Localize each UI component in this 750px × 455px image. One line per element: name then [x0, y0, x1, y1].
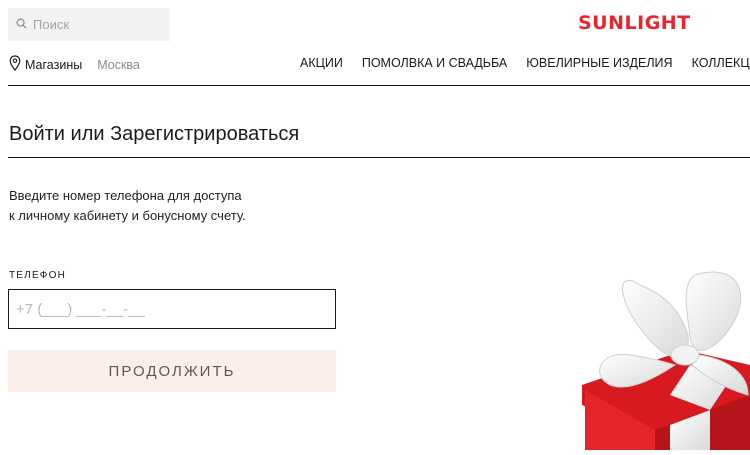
search-icon	[16, 16, 27, 34]
description-line: Введите номер телефона для доступа	[9, 188, 242, 203]
search-box[interactable]	[8, 8, 170, 41]
nav-item-jewelry[interactable]: ЮВЕЛИРНЫЕ ИЗДЕЛИЯ	[526, 56, 672, 70]
city-selector[interactable]: Москва	[97, 58, 140, 72]
nav-item-promotions[interactable]: АКЦИИ	[300, 56, 343, 70]
header-divider	[8, 85, 750, 86]
page-title: Войти или Зарегистрироваться	[9, 123, 300, 145]
search-input[interactable]	[33, 17, 153, 32]
stores-link[interactable]: Магазины	[25, 58, 82, 72]
continue-button[interactable]: ПРОДОЛЖИТЬ	[8, 350, 336, 392]
login-description: Введите номер телефона для доступа к лич…	[9, 186, 309, 226]
description-line: к личному кабинету и бонусному счету.	[9, 208, 246, 223]
phone-label: ТЕЛЕФОН	[9, 270, 67, 281]
title-divider	[8, 157, 750, 158]
store-locator[interactable]: Магазины Москва	[9, 55, 140, 74]
map-pin-icon	[9, 55, 21, 74]
nav-item-engagement-wedding[interactable]: ПОМОЛВКА И СВАДЬБА	[362, 56, 507, 70]
brand-logo[interactable]: SUNLIGHT	[578, 12, 691, 34]
phone-input[interactable]	[8, 289, 336, 329]
nav-item-collections[interactable]: КОЛЛЕКЦИИ	[692, 56, 750, 70]
main-nav: АКЦИИ ПОМОЛВКА И СВАДЬБА ЮВЕЛИРНЫЕ ИЗДЕЛ…	[300, 56, 750, 70]
gift-box-image	[570, 255, 750, 450]
